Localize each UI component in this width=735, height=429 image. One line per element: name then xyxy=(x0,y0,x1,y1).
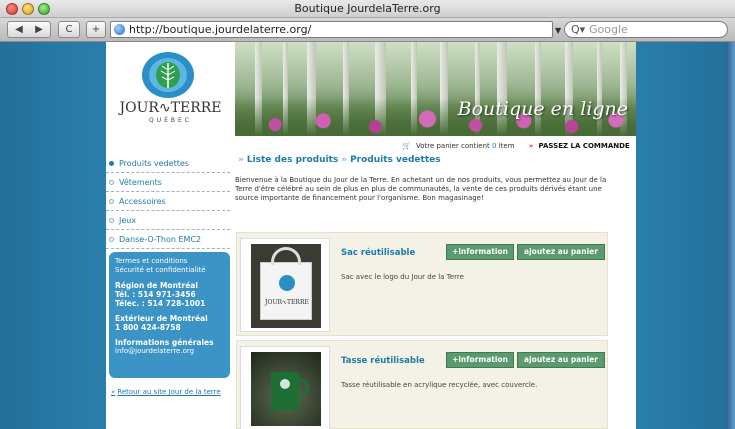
globe-icon xyxy=(114,24,125,35)
bullet-icon xyxy=(109,180,114,185)
contact-info-box: Termes et conditions Sécurité et confide… xyxy=(109,252,230,378)
search-field[interactable]: Q▾ Google xyxy=(564,21,728,38)
breadcrumb-separator: » xyxy=(238,155,244,165)
sidebar-item-jeux[interactable]: Jeux xyxy=(106,211,230,230)
add-to-cart-button[interactable]: ajoutez au panier xyxy=(517,352,605,368)
bullet-icon xyxy=(109,199,114,204)
sidebar-item-label: Jeux xyxy=(119,216,137,225)
banner-title: Boutique en ligne xyxy=(457,98,628,120)
cart-summary: 🛒 Votre panier contient 0 item » PASSEZ … xyxy=(402,142,630,150)
cart-icon[interactable]: 🛒 xyxy=(402,142,411,150)
page-content: JOUR∿TERRE QUÉBEC Boutique en ligne 🛒 Vo… xyxy=(106,42,636,429)
back-button[interactable]: ◀ xyxy=(9,22,29,37)
security-link[interactable]: Sécurité et confidentialité xyxy=(115,266,224,275)
product-description: Tasse réutilisable en acrylique recyclée… xyxy=(341,381,538,389)
add-to-cart-button[interactable]: ajoutez au panier xyxy=(517,244,605,260)
cta-arrows: » xyxy=(528,142,534,150)
sidebar-item-accessoires[interactable]: Accessoires xyxy=(106,192,230,211)
sidebar-item-label: Accessoires xyxy=(119,197,166,206)
cart-text-suffix: item xyxy=(498,142,515,150)
forward-button[interactable]: ▶ xyxy=(29,22,49,37)
region-fax: Télec. : 514 728-1001 xyxy=(115,299,206,308)
region-tel: Tél. : 514 971-3456 xyxy=(115,290,196,299)
bullet-icon xyxy=(109,218,114,223)
bullet-icon xyxy=(109,161,114,166)
checkout-link[interactable]: PASSEZ LA COMMANDE xyxy=(539,142,630,150)
breadcrumb-root[interactable]: Liste des produits xyxy=(247,155,338,165)
window-titlebar: Boutique JourdelaTerre.org xyxy=(0,0,735,18)
product-name[interactable]: Sac réutilisable xyxy=(341,248,415,258)
sidebar-item-vetements[interactable]: Vêtements xyxy=(106,173,230,192)
outside-title: Extérieur de Montréal xyxy=(115,314,208,323)
outside-phone: 1 800 424-8758 xyxy=(115,323,181,332)
breadcrumb: » Liste des produits» Produits vedettes xyxy=(235,155,441,165)
more-info-button[interactable]: +information xyxy=(446,244,514,260)
browser-toolbar: ◀ ▶ C + http://boutique.jourdelaterre.org… xyxy=(0,18,735,42)
leaf-emblem-icon xyxy=(279,275,295,291)
leaf-emblem-icon xyxy=(280,379,290,389)
intro-text: Bienvenue à la Boutique du Jour de la Te… xyxy=(235,176,607,202)
more-info-button[interactable]: +information xyxy=(446,352,514,368)
sidebar-item-label: Danse-O-Thon EMC2 xyxy=(119,235,202,244)
search-icon: Q▾ xyxy=(571,23,586,36)
reload-button[interactable]: C xyxy=(58,21,80,38)
header-banner: Boutique en ligne xyxy=(235,42,636,136)
general-info-title: Informations générales xyxy=(115,338,214,347)
search-placeholder: Google xyxy=(589,23,628,36)
logo-subtext: QUÉBEC xyxy=(148,117,192,124)
zoom-window-button[interactable] xyxy=(38,3,50,15)
add-bookmark-button[interactable]: + xyxy=(86,21,106,38)
product-thumbnail[interactable] xyxy=(240,346,330,429)
scrollbar[interactable] xyxy=(726,42,735,429)
site-logo[interactable]: JOUR∿TERRE QUÉBEC xyxy=(106,42,235,136)
address-bar[interactable]: http://boutique.jourdelaterre.org/ xyxy=(110,21,553,38)
breadcrumb-separator: » xyxy=(341,155,348,165)
bag-image: JOUR∿TERRE xyxy=(260,262,312,320)
product-name[interactable]: Tasse réutilisable xyxy=(341,356,425,366)
product-description: Sac avec le logo du Jour de la Terre xyxy=(341,273,464,281)
sidebar-item-label: Produits vedettes xyxy=(119,159,189,168)
sidebar-nav: Produits vedettes Vêtements Accessoires … xyxy=(106,154,230,249)
bag-print: JOUR∿TERRE xyxy=(265,299,309,306)
terms-link[interactable]: Termes et conditions xyxy=(115,257,224,266)
sidebar-item-danse-o-thon[interactable]: Danse-O-Thon EMC2 xyxy=(106,230,230,249)
back-forward-buttons: ◀ ▶ xyxy=(7,21,51,38)
logo-text: JOUR∿TERRE xyxy=(119,100,222,116)
email-link[interactable]: info@jourdelaterre.org xyxy=(115,347,224,356)
cart-text-prefix: Votre panier contient xyxy=(415,142,490,150)
breadcrumb-current: Produits vedettes xyxy=(350,155,441,165)
sidebar-item-produits-vedettes[interactable]: Produits vedettes xyxy=(106,154,230,173)
bullet-icon xyxy=(109,237,114,242)
address-bar-url: http://boutique.jourdelaterre.org/ xyxy=(129,23,312,36)
chevron-down-icon[interactable]: ▼ xyxy=(555,26,561,35)
close-window-button[interactable] xyxy=(6,3,18,15)
back-arrow-icon: « xyxy=(111,388,116,396)
product-thumbnail[interactable]: JOUR∿TERRE xyxy=(240,238,330,332)
sidebar-item-label: Vêtements xyxy=(119,178,162,187)
window-title: Boutique JourdelaTerre.org xyxy=(294,2,441,15)
product-card: JOUR∿TERRE Sac réutilisable +information… xyxy=(236,232,608,336)
back-to-site-link[interactable]: «Retour au site Jour de la terre xyxy=(111,388,221,396)
mug-image xyxy=(251,352,321,426)
back-link-label: Retour au site Jour de la terre xyxy=(117,388,221,396)
region-title: Région de Montréal xyxy=(115,281,198,290)
minimize-window-button[interactable] xyxy=(22,3,34,15)
cart-count: 0 xyxy=(492,142,497,150)
leaf-emblem-icon xyxy=(142,52,194,98)
product-card: Tasse réutilisable +information ajoutez … xyxy=(236,340,608,429)
